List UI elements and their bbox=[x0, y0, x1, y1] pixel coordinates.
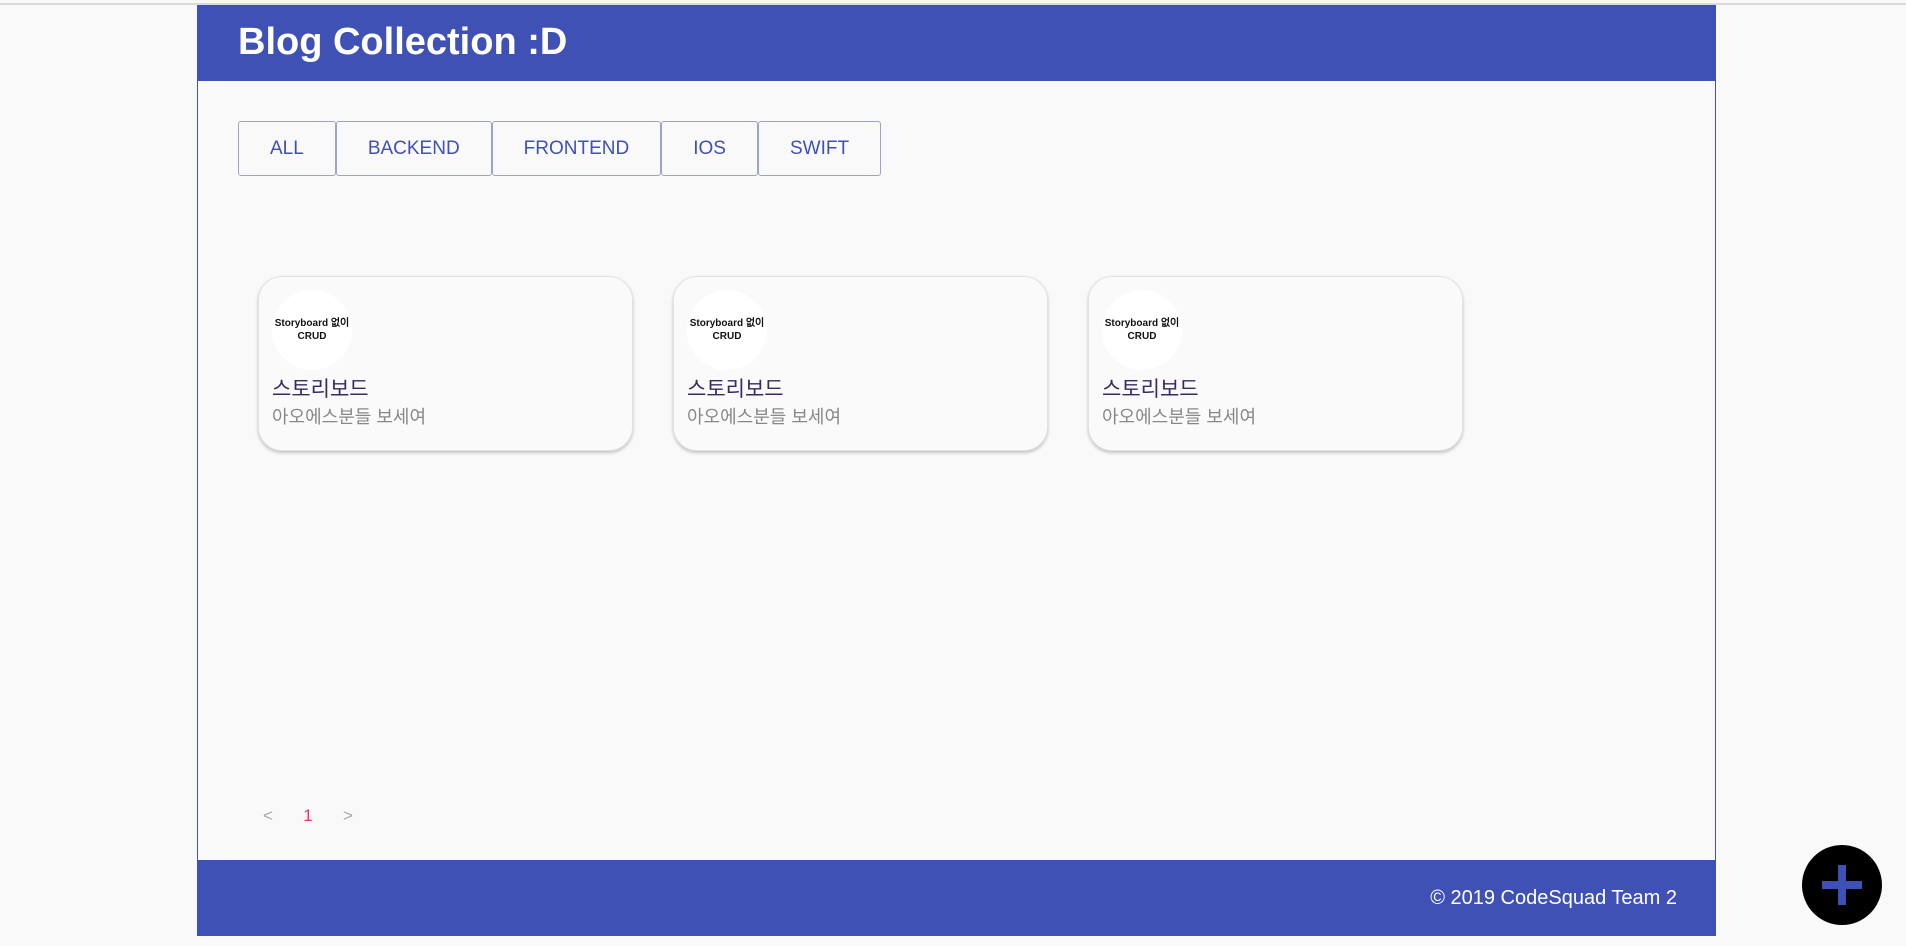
blog-card[interactable]: Storyboard 없이 CRUD 스토리보드 아오에스분들 보세여 bbox=[673, 276, 1048, 451]
page-number-current[interactable]: 1 bbox=[288, 806, 328, 826]
page-frame: Blog Collection :D ALL BACKEND FRONTEND … bbox=[197, 5, 1716, 936]
filter-backend-button[interactable]: BACKEND bbox=[335, 121, 492, 176]
category-filter-bar: ALL BACKEND FRONTEND IOS SWIFT bbox=[238, 121, 882, 176]
app-header: Blog Collection :D bbox=[198, 5, 1715, 81]
filter-ios-button[interactable]: IOS bbox=[661, 121, 758, 176]
thumbnail-text-line1: Storyboard 없이 bbox=[689, 318, 765, 329]
app-footer: © 2019 CodeSquad Team 2 bbox=[198, 860, 1715, 936]
blog-card-description: 아오에스분들 보세여 bbox=[1102, 407, 1257, 427]
add-post-button[interactable] bbox=[1802, 845, 1882, 925]
plus-icon-vertical bbox=[1838, 865, 1846, 905]
thumbnail-text-line2: CRUD bbox=[1127, 331, 1157, 342]
thumbnail-text-line2: CRUD bbox=[712, 331, 742, 342]
blog-thumbnail: Storyboard 없이 CRUD bbox=[272, 290, 352, 370]
blog-card[interactable]: Storyboard 없이 CRUD 스토리보드 아오에스분들 보세여 bbox=[1088, 276, 1463, 451]
blog-card-title: 스토리보드 bbox=[1102, 378, 1199, 401]
blog-card-title: 스토리보드 bbox=[687, 378, 784, 401]
blog-card[interactable]: Storyboard 없이 CRUD 스토리보드 아오에스분들 보세여 bbox=[258, 276, 633, 451]
prev-page-button[interactable]: < bbox=[248, 806, 288, 826]
filter-swift-button[interactable]: SWIFT bbox=[757, 121, 882, 176]
footer-copyright: © 2019 CodeSquad Team 2 bbox=[1430, 887, 1677, 909]
filter-all-button[interactable]: ALL bbox=[238, 121, 336, 176]
filter-frontend-button[interactable]: FRONTEND bbox=[491, 121, 662, 176]
blog-card-description: 아오에스분들 보세여 bbox=[272, 407, 427, 427]
thumbnail-text-line1: Storyboard 없이 bbox=[274, 318, 350, 329]
next-page-button[interactable]: > bbox=[328, 806, 368, 826]
thumbnail-text-line2: CRUD bbox=[297, 331, 327, 342]
blog-card-title: 스토리보드 bbox=[272, 378, 369, 401]
pagination: < 1 > bbox=[248, 806, 368, 826]
blog-card-list: Storyboard 없이 CRUD 스토리보드 아오에스분들 보세여 Stor… bbox=[258, 276, 1463, 451]
blog-thumbnail: Storyboard 없이 CRUD bbox=[1102, 290, 1182, 370]
thumbnail-text-line1: Storyboard 없이 bbox=[1104, 318, 1180, 329]
page-title: Blog Collection :D bbox=[238, 21, 568, 63]
blog-thumbnail: Storyboard 없이 CRUD bbox=[687, 290, 767, 370]
blog-card-description: 아오에스분들 보세여 bbox=[687, 407, 842, 427]
